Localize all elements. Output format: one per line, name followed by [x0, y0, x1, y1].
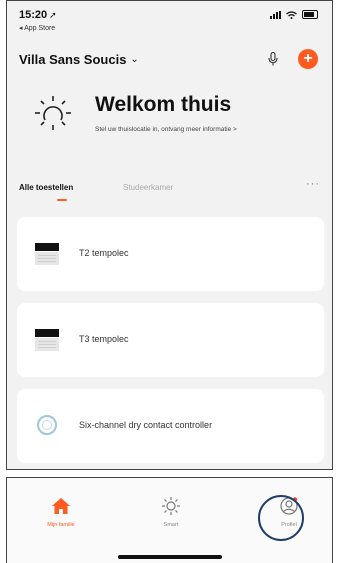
tab-all-devices[interactable]: Alle toestellen	[19, 183, 73, 192]
home-selector-row: Villa Sans Soucis ⌄ +	[19, 47, 320, 71]
welcome-banner[interactable]: Welkom thuis Stel uw thuislocatie in, on…	[33, 91, 322, 151]
nav-label: Mijn familie	[47, 522, 75, 528]
switch-panel-icon	[35, 329, 59, 351]
active-tab-indicator	[57, 199, 67, 201]
signal-icon	[270, 10, 281, 19]
switch-panel-icon	[35, 243, 59, 265]
set-home-location-link[interactable]: Stel uw thuislocatie in, ontvang meer in…	[95, 126, 237, 133]
welcome-title: Welkom thuis	[95, 93, 232, 116]
device-card[interactable]: T2 tempolec	[17, 217, 324, 291]
profile-highlight-ring	[258, 495, 304, 541]
sun-icon	[35, 96, 71, 130]
location-arrow-icon: ➚	[49, 10, 57, 20]
nav-label: Smart	[163, 522, 179, 528]
device-card[interactable]: T3 tempolec	[17, 303, 324, 377]
device-name: T2 tempolec	[79, 248, 129, 258]
device-name: T3 tempolec	[79, 334, 129, 344]
plus-icon: +	[303, 50, 313, 67]
status-bar: 15:20 ➚ ◂ App Store	[7, 1, 332, 41]
battery-icon	[302, 10, 318, 19]
tab-study-room[interactable]: Studeerkamer	[123, 183, 173, 192]
status-time: 15:20 ➚	[19, 9, 57, 21]
app-screen: 15:20 ➚ ◂ App Store Villa Sans Soucis ⌄ +…	[6, 0, 333, 470]
microphone-button[interactable]	[264, 50, 282, 68]
home-name-dropdown[interactable]: Villa Sans Soucis	[19, 52, 126, 67]
chevron-down-icon[interactable]: ⌄	[130, 54, 138, 65]
sun-icon	[162, 497, 180, 515]
home-indicator[interactable]	[118, 555, 222, 559]
controller-icon	[37, 415, 57, 435]
nav-my-family[interactable]: Mijn familie	[31, 496, 91, 528]
nav-smart[interactable]: Smart	[141, 496, 201, 528]
device-card[interactable]: Six-channel dry contact controller	[17, 389, 324, 463]
device-name: Six-channel dry contact controller	[79, 420, 213, 430]
back-to-app-store-link[interactable]: ◂ App Store	[19, 24, 55, 32]
more-options-icon[interactable]: ···	[306, 178, 320, 190]
wifi-icon	[286, 10, 297, 19]
status-icons	[270, 10, 318, 19]
home-icon	[52, 498, 70, 514]
microphone-icon	[268, 52, 278, 66]
room-tabs: Alle toestellen Studeerkamer ···	[19, 178, 320, 207]
add-device-button[interactable]: +	[298, 49, 318, 69]
